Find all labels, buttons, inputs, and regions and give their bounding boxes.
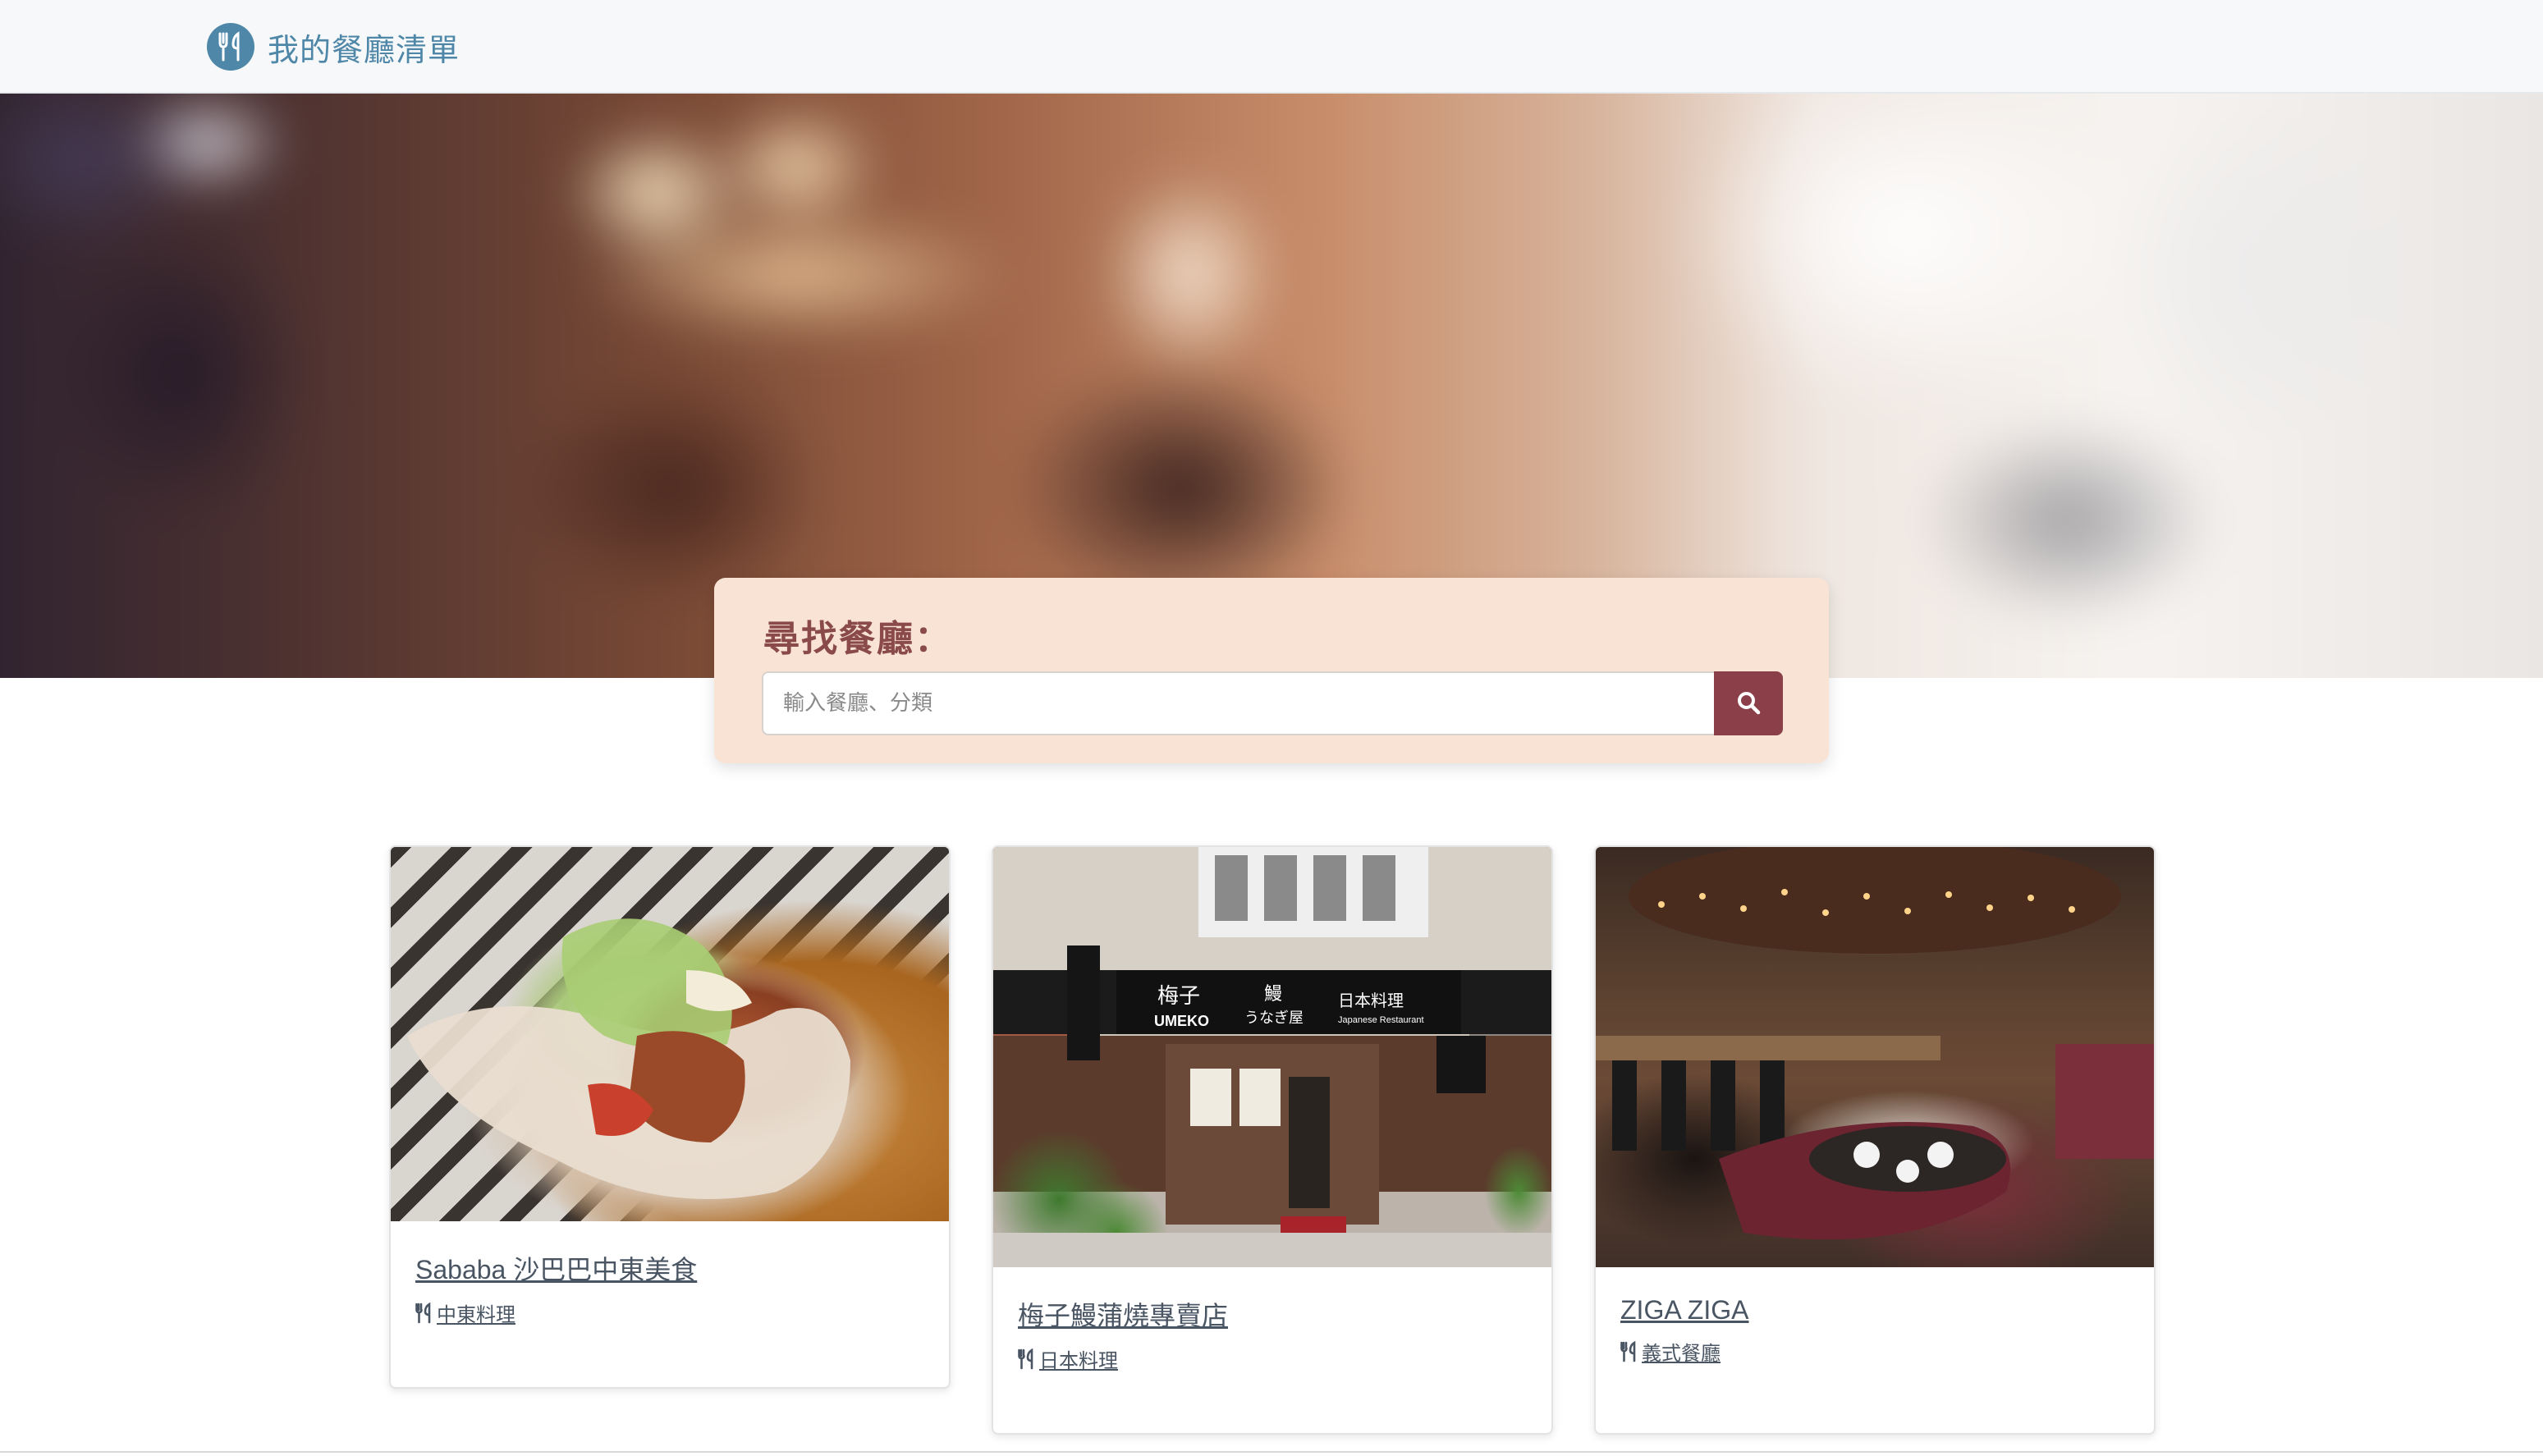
search-input[interactable]	[762, 671, 1714, 735]
sign-main-text: 梅子	[1157, 984, 1200, 1009]
card-body: ZIGA ZIGA 義式餐廳	[1620, 1295, 1748, 1366]
utensils-icon	[1620, 1340, 1636, 1362]
search-group	[762, 671, 1783, 735]
category-label: 義式餐廳	[1642, 1343, 1721, 1365]
umeko-storefront-photo: 梅子 UMEKO 鰻 うなぎ屋 日本料理 Japanese Restaurant	[993, 847, 1551, 1267]
utensils-icon	[415, 1302, 431, 1323]
sign-restaurant-text: Japanese Restaurant	[1338, 1015, 1424, 1025]
pita-sandwich-photo	[391, 847, 949, 1221]
utensils-icon	[1018, 1348, 1033, 1369]
category-link[interactable]: 中東料理	[415, 1298, 697, 1327]
restaurant-card[interactable]: 梅子 UMEKO 鰻 うなぎ屋 日本料理 Japanese Restaurant…	[992, 845, 1553, 1435]
search-panel: 尋找餐廳：	[714, 578, 1829, 763]
card-body: 梅子鰻蒲燒專賣店 日本料理	[1018, 1295, 1228, 1373]
sign-latin-text: UMEKO	[1154, 1013, 1209, 1029]
restaurant-name-link[interactable]: ZIGA ZIGA	[1620, 1295, 1748, 1326]
navbar: 我的餐廳清單	[0, 0, 2543, 94]
category-link[interactable]: 日本料理	[1018, 1344, 1228, 1373]
search-button[interactable]	[1714, 671, 1783, 735]
category-label: 日本料理	[1039, 1350, 1118, 1372]
category-label: 中東料理	[437, 1304, 515, 1326]
card-body: Sababa 沙巴巴中東美食 中東料理	[415, 1249, 697, 1327]
restaurant-interior-photo	[1596, 847, 2154, 1267]
sign-eel-text: 鰻	[1264, 984, 1282, 1005]
sign-kana-text: うなぎ屋	[1244, 1010, 1304, 1027]
restaurant-name-link[interactable]: 梅子鰻蒲燒專賣店	[1018, 1295, 1228, 1333]
restaurant-card[interactable]: Sababa 沙巴巴中東美食 中東料理	[389, 845, 951, 1389]
brand-name: 我的餐廳清單	[268, 31, 460, 68]
page: 我的餐廳清單 尋找餐廳： 輸入餐廳、分類 Sababa 沙巴巴中東美食 中東料理…	[0, 0, 2543, 1456]
sign-cuisine-text: 日本料理	[1338, 991, 1404, 1010]
utensils-icon	[207, 23, 254, 71]
footer-divider	[0, 1451, 2543, 1453]
restaurant-name-link[interactable]: Sababa 沙巴巴中東美食	[415, 1249, 697, 1287]
category-link[interactable]: 義式餐廳	[1620, 1337, 1748, 1366]
restaurant-card[interactable]: ZIGA ZIGA 義式餐廳	[1594, 845, 2156, 1435]
search-title: 尋找餐廳：	[763, 618, 952, 660]
brand-link[interactable]: 我的餐廳清單	[207, 21, 460, 72]
search-icon	[1736, 690, 1761, 717]
